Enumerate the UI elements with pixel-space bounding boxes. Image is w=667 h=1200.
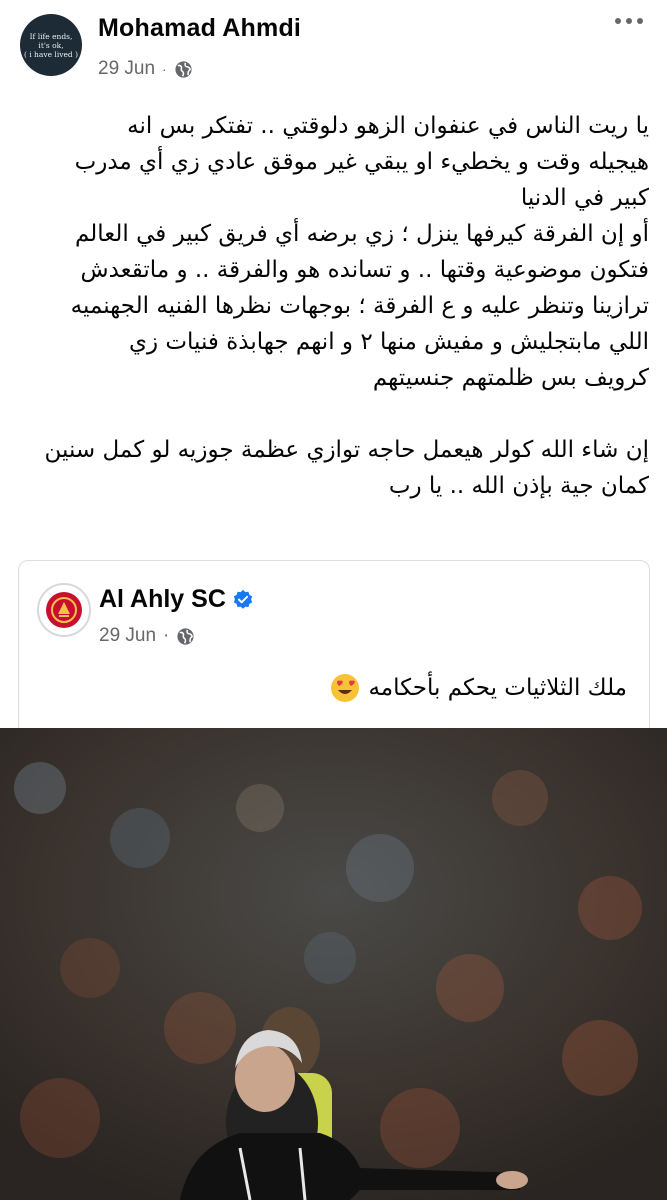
- shared-post-date[interactable]: 29 Jun: [99, 625, 156, 647]
- shared-post-text: ملك الثلاثيات يحكم بأحكامه: [330, 673, 627, 703]
- coach-photo-image: [0, 728, 667, 1200]
- page-name-text[interactable]: Al Ahly SC: [99, 585, 226, 614]
- more-options-button[interactable]: [615, 18, 643, 24]
- heart-eyes-emoji-icon: [331, 674, 360, 702]
- dot-icon: [615, 18, 621, 24]
- post-text-line: كمان جية بإذن الله .. يا رب: [388, 473, 649, 499]
- avatar-text-line: ( i have lived ): [23, 49, 79, 59]
- avatar-text-line: it's ok,: [38, 40, 64, 50]
- post-header: If life ends, it's ok, ( i have lived ) …: [0, 0, 667, 96]
- post-meta: 29 Jun ·: [98, 58, 193, 80]
- post-text-line: اللي مابتجليش و مفيش منها ٢ و انهم جهابذ…: [128, 329, 649, 355]
- post-text-line: ترازينا وتنظر عليه و ع الفرقة ؛ بوجهات ن…: [70, 293, 649, 319]
- verified-badge-icon: [233, 589, 253, 609]
- shared-post-card[interactable]: Al Ahly SC 29 Jun · ملك الثلاثيات يحكم ب…: [18, 560, 650, 731]
- post-text: يا ريت الناس في عنفوان الزهو دلوقتي .. ت…: [18, 108, 649, 504]
- post-text-line: فتكون موضوعية وقتها .. و تسانده هو والفر…: [80, 257, 649, 283]
- dot-icon: [626, 18, 632, 24]
- avatar-text-line: If life ends,: [29, 31, 73, 41]
- page-avatar[interactable]: [37, 583, 91, 637]
- globe-icon[interactable]: [174, 60, 193, 79]
- separator-dot: ·: [163, 625, 170, 646]
- dot-icon: [637, 18, 643, 24]
- post-text-line: هيجيله وقت و يخطيء او يبقي غير موقق عادي…: [74, 149, 649, 175]
- post-text-line: أو إن الفرقة كيرفها ينزل ؛ زي برضه أي فر…: [74, 221, 649, 247]
- post-text-line: يا ريت الناس في عنفوان الزهو دلوقتي .. ت…: [127, 113, 649, 139]
- al-ahly-logo-icon: [46, 592, 82, 628]
- avatar[interactable]: If life ends, it's ok, ( i have lived ): [20, 14, 82, 76]
- post-date[interactable]: 29 Jun: [98, 58, 155, 80]
- shared-post-meta: 29 Jun ·: [99, 625, 195, 647]
- post-text-line: كرويف بس ظلمتهم جنسيتهم: [372, 365, 649, 391]
- post-text-line: إن شاء الله كولر هيعمل حاجه توازي عظمة ج…: [44, 437, 649, 463]
- author-name[interactable]: Mohamad Ahmdi: [98, 14, 301, 43]
- globe-icon[interactable]: [176, 627, 195, 646]
- separator-dot: ·: [162, 61, 167, 77]
- post-text-line: كبير في الدنيا: [520, 185, 649, 211]
- page-name[interactable]: Al Ahly SC: [99, 585, 254, 614]
- shared-post-photo[interactable]: [0, 728, 667, 1200]
- shared-post-text-content: ملك الثلاثيات يحكم بأحكامه: [368, 675, 627, 701]
